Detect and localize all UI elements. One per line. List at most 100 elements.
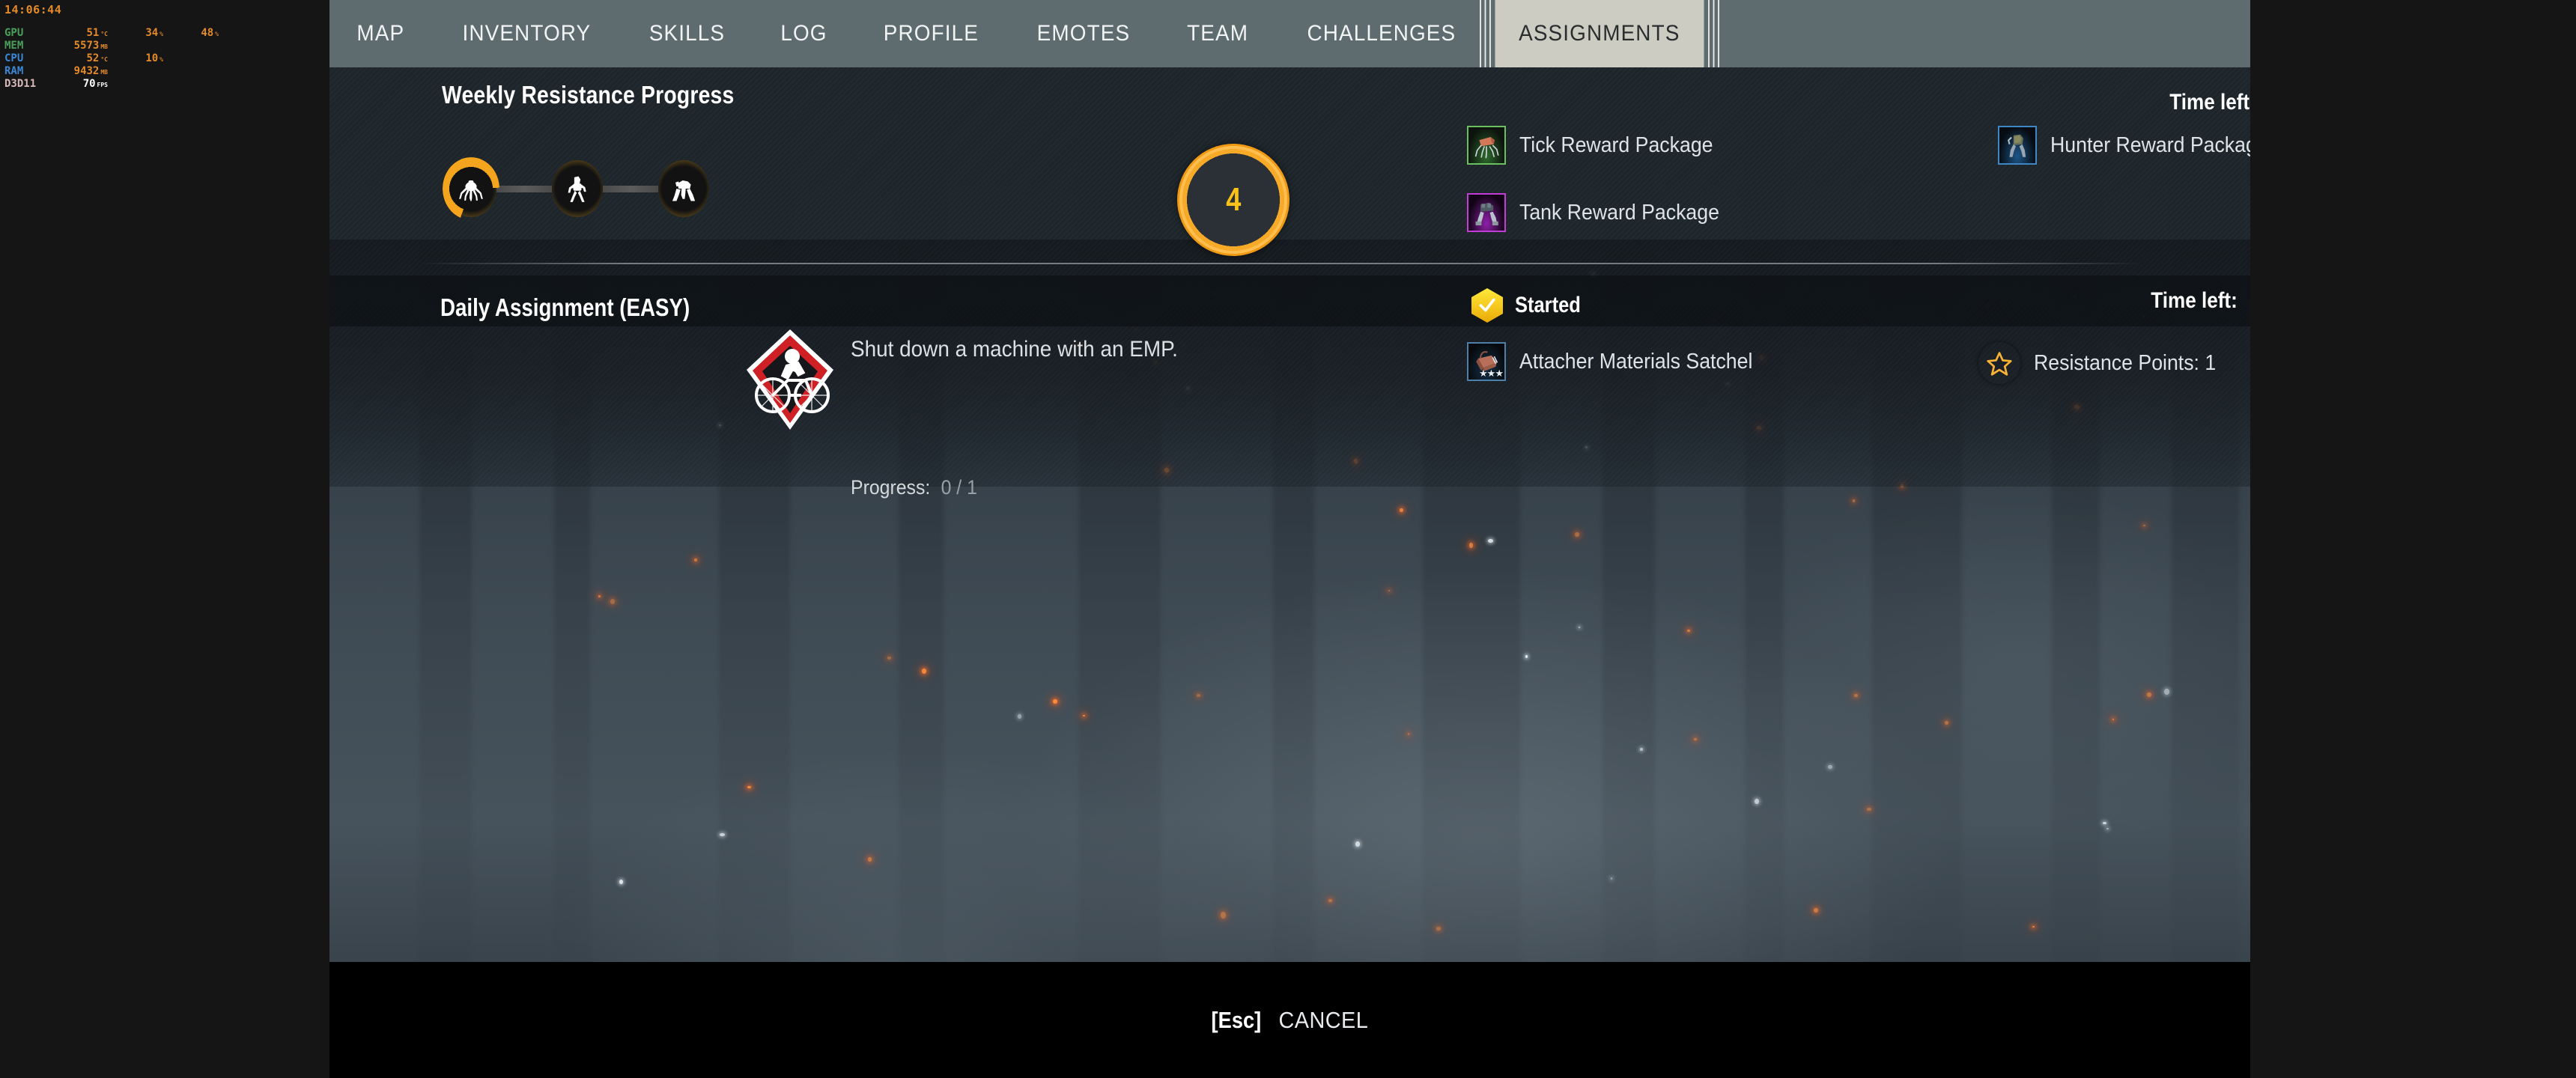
hud-value: 5573 MB — [73, 40, 108, 52]
weekly-reward-tank-label: Tank Reward Package — [1519, 200, 1719, 225]
tab-challenges[interactable]: CHALLENGES — [1284, 0, 1480, 67]
ember-particle — [2164, 689, 2169, 695]
ember-particle — [1755, 799, 1759, 805]
ember-particle — [1867, 808, 1871, 811]
daily-assignment-title: Daily Assignment (EASY) — [440, 293, 690, 321]
weekly-machine-track — [443, 157, 709, 220]
weekly-node-hunter[interactable] — [552, 160, 603, 217]
track-link-1 — [496, 185, 552, 192]
tab-skills[interactable]: SKILLS — [626, 0, 750, 67]
star-coin-icon — [1978, 342, 2020, 384]
ember-particle — [1053, 699, 1057, 704]
tab-label: EMOTES — [1036, 21, 1131, 46]
ember-particle — [1687, 630, 1690, 633]
ember-particle — [2106, 828, 2109, 830]
weekly-reward-tank[interactable]: Tank Reward Package — [1467, 193, 1737, 232]
left-letterbox — [0, 0, 329, 1078]
ember-particle — [610, 599, 616, 604]
ember-particle — [1328, 899, 1333, 902]
tab-label: MAP — [356, 21, 405, 46]
ember-particle — [1388, 590, 1391, 591]
weekly-reward-counter: 4 — [1177, 144, 1289, 256]
daily-reward-points-label: Resistance Points: 1 — [2034, 350, 2217, 375]
hud-clock: 14:06:44 — [4, 3, 62, 16]
daily-reward-satchel-label: Attacher Materials Satchel — [1519, 349, 1753, 374]
cancel-action-label: CANCEL — [1278, 1006, 1369, 1033]
hud-label: D3D11 — [4, 78, 37, 90]
hud-metric-rows: GPU 51 °C 34% 48% MEM 5573 MB CPU 52 °C 10% RAM 9432 M… — [4, 28, 319, 91]
tick-package-icon — [1467, 126, 1506, 165]
ember-particle — [747, 786, 751, 789]
right-letterbox — [2250, 0, 2576, 1078]
ember-particle — [1400, 508, 1403, 513]
ember-particle — [1083, 715, 1085, 717]
weekly-time-left: Time left: 1 d 16 h 53 m — [2157, 90, 2250, 115]
tab-label: SKILLS — [649, 21, 726, 46]
check-badge-icon — [1471, 288, 1503, 323]
weekly-node-tick[interactable] — [443, 157, 499, 220]
tab-assignments[interactable]: ASSIGNMENTS — [1479, 0, 1719, 67]
tab-team[interactable]: TEAM — [1163, 0, 1272, 67]
tab-decoration-line — [1717, 0, 1719, 67]
tab-inventory[interactable]: INVENTORY — [438, 0, 614, 67]
ember-particle — [720, 833, 725, 837]
tab-log[interactable]: LOG — [757, 0, 851, 67]
ember-particle — [1197, 694, 1201, 697]
ember-particle — [619, 880, 623, 885]
track-link-2 — [603, 185, 658, 192]
tab-decoration-line — [1479, 0, 1481, 67]
hud-value: 52 °C — [86, 52, 109, 64]
tab-decoration-line — [1707, 0, 1710, 67]
weekly-time-left-label: Time left: — [2169, 90, 2250, 115]
hud-value: 51 °C — [86, 27, 109, 39]
daily-reward-satchel[interactable]: ★★★ Attacher Materials Satchel — [1467, 342, 1772, 381]
hud-value: 34% — [145, 27, 163, 39]
daily-reward-points[interactable]: Resistance Points: 1 — [1978, 342, 2232, 384]
hud-row-cpu: CPU 52 °C 10% — [4, 53, 319, 66]
hunter-machine-icon — [568, 176, 586, 202]
ember-particle — [1221, 912, 1226, 919]
tank-package-icon — [1467, 193, 1506, 232]
tab-emotes[interactable]: EMOTES — [1013, 0, 1154, 67]
ember-particle — [1355, 841, 1360, 847]
daily-progress: Progress: 0 / 1 — [851, 476, 977, 499]
weekly-reward-tick-label: Tick Reward Package — [1519, 133, 1713, 157]
ember-particle — [2143, 525, 2145, 526]
daily-progress-value: 0 / 1 — [941, 476, 977, 499]
tab-map[interactable]: MAP — [333, 0, 428, 67]
ember-particle — [1525, 655, 1528, 658]
ember-particle — [2147, 692, 2152, 698]
daily-progress-label: Progress: — [851, 476, 931, 499]
weekly-reward-hunter-label: Hunter Reward Package — [2050, 133, 2250, 157]
ember-particle — [2032, 926, 2035, 928]
ember-particle — [1828, 765, 1832, 770]
tab-decoration-line — [1489, 0, 1491, 67]
performance-hud-overlay: 14:06:44 GPU 51 °C 34% 48% MEM 5573 MB CPU 52 °C 10… — [4, 4, 319, 91]
daily-mission-description: Shut down a machine with an EMP. — [851, 337, 1178, 362]
satchel-icon: ★★★ — [1467, 342, 1506, 381]
ember-particle — [922, 669, 927, 674]
ember-particle — [1488, 539, 1493, 543]
ember-particle — [1814, 908, 1818, 913]
ember-particle — [1694, 738, 1698, 741]
weekly-node-tank[interactable] — [658, 160, 709, 217]
weekly-reward-hunter[interactable]: Hunter Reward Package — [1998, 126, 2250, 165]
section-divider — [419, 263, 2142, 264]
tab-profile[interactable]: PROFILE — [860, 0, 1002, 67]
ember-particle — [1611, 877, 1613, 880]
satchel-rarity-stars: ★★★ — [1479, 368, 1504, 379]
ember-particle — [1018, 714, 1021, 719]
weekly-reward-tick[interactable]: Tick Reward Package — [1467, 126, 1730, 165]
hud-row-mem: MEM 5573 MB — [4, 40, 319, 53]
ember-particle — [2103, 822, 2106, 824]
tick-machine-icon — [459, 180, 483, 201]
cancel-hint[interactable]: [Esc] CANCEL — [1208, 1007, 1372, 1034]
hud-label: MEM — [4, 40, 24, 52]
star-icon — [1987, 352, 2012, 376]
ember-particle — [1579, 627, 1581, 628]
hud-row-d3d11: D3D11 70 FPS — [4, 79, 319, 91]
hud-row-ram: RAM 9432 MB — [4, 66, 319, 79]
ember-particle — [598, 595, 601, 597]
ember-particle — [1945, 721, 1948, 725]
ember-particle — [1640, 748, 1643, 751]
